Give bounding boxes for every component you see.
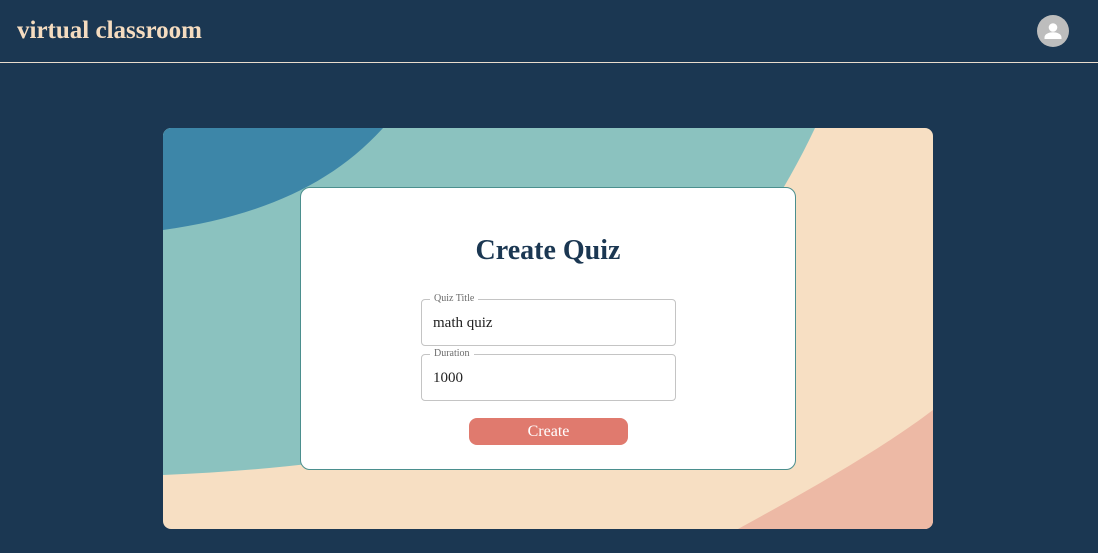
create-quiz-form-card: Create Quiz Quiz Title Duration Create	[300, 187, 796, 470]
quiz-title-field[interactable]: Quiz Title	[421, 293, 676, 346]
top-app-bar: virtual classroom	[0, 0, 1098, 63]
app-title: virtual classroom	[17, 17, 202, 44]
quiz-title-input[interactable]	[433, 313, 663, 333]
duration-label: Duration	[430, 348, 474, 360]
form-title: Create Quiz	[475, 235, 621, 266]
user-avatar-icon[interactable]	[1037, 15, 1069, 47]
quiz-title-label: Quiz Title	[430, 293, 479, 305]
duration-input[interactable]	[433, 368, 663, 388]
duration-field[interactable]: Duration	[421, 348, 676, 401]
create-button[interactable]: Create	[469, 418, 628, 445]
person-icon	[1044, 23, 1062, 39]
